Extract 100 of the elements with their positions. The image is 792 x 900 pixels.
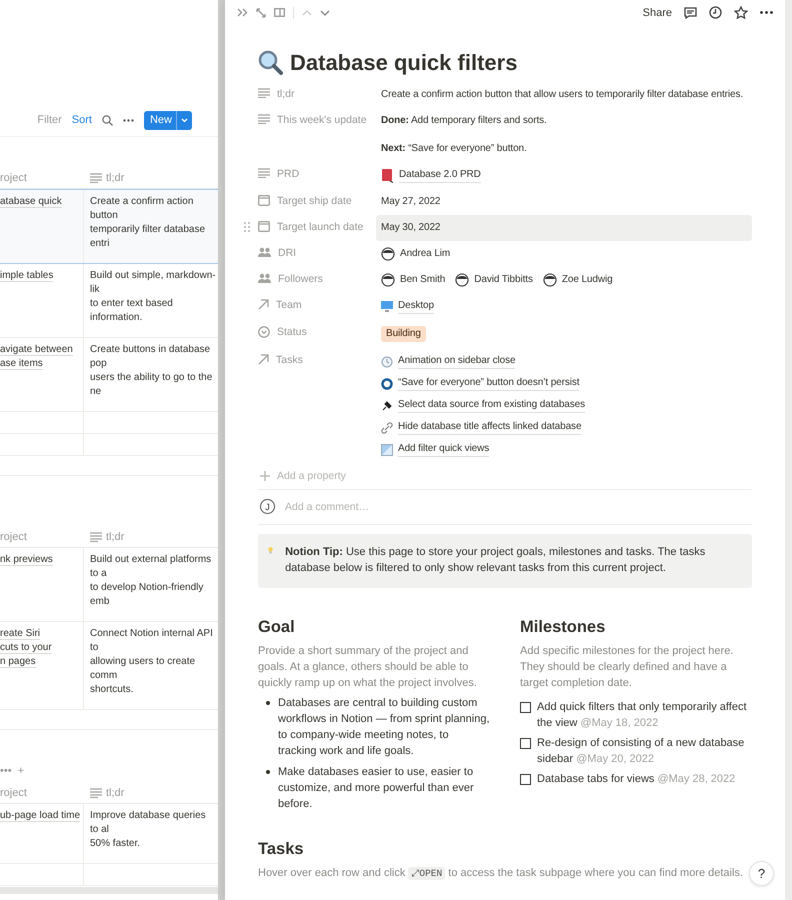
cell-text: to develop Notion-friendly emb (90, 581, 204, 609)
arrow-icon (258, 354, 269, 365)
tip-text: Notion Tip: Use this page to store your project goals, milestones and tasks. The tasks database below is filtered to only show relevant tasks from this current project. (285, 545, 706, 576)
property-value: May 27, 2022 (381, 195, 442, 209)
avatar-icon (455, 273, 470, 287)
more-icon (760, 11, 773, 14)
page-link[interactable]: Database 2.0 PRD (381, 168, 747, 183)
status-icon (258, 326, 270, 338)
plus-icon (260, 471, 270, 481)
person-name[interactable]: Ben Smith (400, 273, 446, 287)
book-icon (381, 168, 394, 183)
lines-icon (90, 532, 102, 542)
milestone-text: Add quick filters that only temporarily affect the view @May 18, 2022 (537, 700, 748, 731)
new-button[interactable]: New (144, 110, 192, 130)
favorite-button[interactable] (734, 6, 748, 19)
section-heading: Tasks (258, 840, 305, 859)
bullet-text: Databases are central to building custom workflows in Notion — from sprint planning, to company-wide meeting notes, to tracking work and life goals. (278, 696, 490, 759)
bullet-icon (266, 770, 270, 774)
property-value: May 30, 2022 (381, 221, 442, 235)
cell-text: to enter text based information. (90, 297, 174, 325)
chevron-down-icon (320, 10, 330, 16)
checkbox[interactable] (520, 774, 531, 785)
tasks-description: Hover over each row and click ⤢OPEN to access the task subpage where you can find more details. (258, 866, 744, 882)
person-name[interactable]: David Tibbitts (474, 273, 533, 287)
person-name[interactable]: Zoe Ludwig (562, 273, 613, 287)
project-title[interactable]: atabase quick (0, 196, 62, 208)
lines-icon (258, 88, 270, 98)
more-button[interactable] (760, 11, 773, 14)
project-title[interactable]: ase items (0, 358, 43, 370)
property-value: Done: Add temporary filters and sorts. (381, 114, 548, 128)
lines-icon (90, 172, 102, 182)
project-title[interactable]: ub-page load time (0, 810, 80, 822)
section-intro: Add specific milestones for the project here. They should be clearly defined and have a target completion date. (520, 644, 734, 691)
project-title[interactable]: cuts to your (0, 642, 52, 654)
magnifier-icon (258, 50, 284, 76)
user-avatar: J (260, 499, 275, 514)
scrollbar[interactable] (0, 887, 218, 894)
comment-icon (684, 6, 697, 18)
project-title[interactable]: nk previews (0, 554, 53, 566)
sort-button[interactable]: Sort (72, 114, 92, 126)
project-title[interactable]: reate Siri (0, 628, 40, 640)
share-button[interactable]: Share (642, 6, 672, 18)
section-heading: Milestones (520, 618, 606, 637)
relation-link[interactable]: Desktop (381, 299, 747, 314)
relation-link[interactable]: Select data source from existing databases (381, 398, 747, 413)
milestone-text: Re-design of consisting of a new database sidebar @May 20, 2022 (537, 736, 746, 767)
link-icon (381, 422, 393, 434)
checkbox[interactable] (520, 738, 531, 749)
layout-button[interactable] (274, 8, 285, 17)
expand-icon (256, 8, 266, 18)
calendar-icon (258, 195, 270, 206)
milestone-text: Database tabs for views @May 28, 2022 (537, 772, 736, 787)
selected-row[interactable]: atabase quick Create a confirm action button temporarily filter database entri (0, 189, 218, 264)
cell-text: 50% faster. (90, 837, 142, 851)
more-icon[interactable] (122, 118, 134, 122)
arrow-icon (258, 299, 269, 310)
ring-icon (381, 378, 393, 390)
avatar-icon (381, 273, 395, 287)
panel-icon (274, 8, 285, 17)
monitor-icon (381, 301, 393, 312)
project-title[interactable]: imple tables (0, 270, 54, 282)
star-icon (734, 6, 748, 19)
cell-text: temporarily filter database entri (90, 223, 206, 251)
comments-button[interactable] (684, 6, 697, 18)
page-title: Database quick filters (290, 50, 518, 76)
bullet-icon (266, 701, 270, 705)
lines-icon (258, 168, 270, 178)
next-button[interactable] (320, 10, 330, 16)
person-name[interactable]: Andrea Lim (400, 247, 450, 261)
expand-button[interactable] (256, 8, 266, 18)
status-tag: Building (381, 326, 426, 342)
caret-icon (181, 118, 188, 122)
avatar-icon (381, 247, 395, 261)
help-button[interactable]: ? (749, 861, 774, 886)
property-value: Create a confirm action button that allow users to temporarily filter database entries. (381, 88, 744, 102)
collapse-button[interactable] (237, 8, 248, 17)
cell-text: users the ability to go to the ne (90, 371, 214, 399)
cell-text: Improve database queries to al (90, 809, 207, 837)
people-icon (258, 273, 271, 283)
relation-link[interactable]: Hide database title affects linked database (381, 420, 747, 435)
relation-link[interactable]: Add filter quick views (381, 442, 747, 457)
double-chevron-icon (237, 8, 248, 17)
project-title[interactable]: avigate between (0, 344, 73, 356)
clock-icon (381, 356, 393, 368)
calendar-icon (258, 221, 270, 232)
section-heading: Goal (258, 618, 296, 637)
section-intro: Provide a short summary of the project and goals. At a glance, others should be able to quickly ramp up on what the project involves. (258, 644, 478, 691)
bullet-text: Make databases easier to use, easier to customize, and more powerful than ever before. (278, 765, 475, 812)
scrollbar[interactable] (218, 0, 225, 900)
image-icon (381, 444, 393, 456)
project-title[interactable]: n pages (0, 656, 36, 668)
drag-handle-icon[interactable] (244, 222, 250, 232)
property-value: Next: “Save for everyone” button. (381, 142, 528, 156)
comment-field[interactable]: Add a comment… (283, 500, 750, 514)
relation-link[interactable]: Animation on sidebar close (381, 354, 747, 369)
search-icon[interactable] (102, 114, 113, 126)
checkbox[interactable] (520, 702, 531, 713)
relation-link[interactable]: “Save for everyone” button doesn’t persist (381, 376, 747, 391)
lines-icon (90, 788, 102, 798)
history-button[interactable] (709, 6, 722, 19)
